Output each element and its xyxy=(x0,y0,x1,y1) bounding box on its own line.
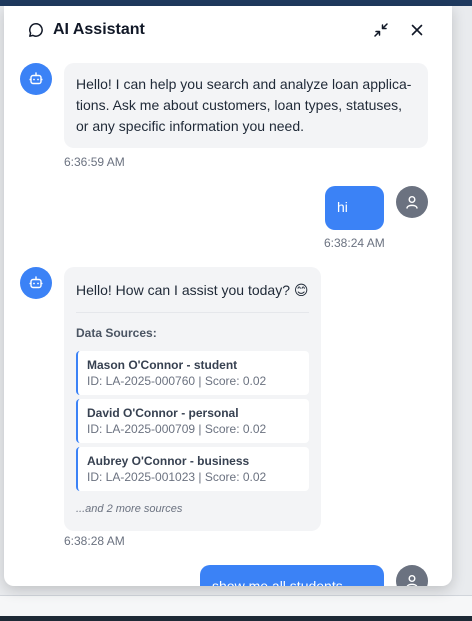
bot-message-text: Hello! I can help you search and analyze… xyxy=(76,76,412,134)
user-message-text: show me all students loan xyxy=(212,578,343,586)
user-message-bubble: hi xyxy=(325,186,384,230)
user-message-text: hi xyxy=(337,199,348,215)
message-timestamp: 6:38:24 AM xyxy=(324,236,385,250)
source-name: Mason O'Connor - student xyxy=(87,358,238,372)
data-sources-title: Data Sources: xyxy=(76,326,157,340)
user-message-bubble: show me all students loan xyxy=(200,565,384,586)
source-meta: ID: LA-2025-000760 | Score: 0.02 xyxy=(87,374,267,388)
message-timestamp: 6:36:59 AM xyxy=(64,155,125,169)
background-edge xyxy=(0,595,472,616)
bot-message-text: Hello! How can I assist you today? 😊 xyxy=(76,282,309,298)
more-sources-note: ...and 2 more sources xyxy=(76,503,183,515)
close-button[interactable] xyxy=(406,19,428,41)
ai-assistant-panel: AI Assistant Hello! I can help you searc… xyxy=(4,6,452,586)
minimize-icon xyxy=(374,23,388,37)
source-card[interactable]: Mason O'Connor - student ID: LA-2025-000… xyxy=(76,351,309,395)
robot-icon xyxy=(29,72,43,85)
chat-bubble-icon xyxy=(28,22,44,38)
sources-divider xyxy=(76,312,309,313)
close-icon xyxy=(411,24,423,36)
chat-title: AI Assistant xyxy=(53,21,145,38)
message-timestamp: 6:38:28 AM xyxy=(64,534,125,548)
source-name: David O'Connor - personal xyxy=(87,406,239,420)
bot-avatar xyxy=(20,63,52,95)
user-avatar xyxy=(396,186,428,218)
user-icon xyxy=(406,575,418,586)
bot-message-bubble: Hello! I can help you search and analyze… xyxy=(64,63,428,148)
source-meta: ID: LA-2025-001023 | Score: 0.02 xyxy=(87,470,267,484)
robot-icon xyxy=(29,276,43,289)
bot-message-bubble: Hello! How can I assist you today? 😊 Dat… xyxy=(64,267,321,531)
source-card[interactable]: Aubrey O'Connor - business ID: LA-2025-0… xyxy=(76,447,309,491)
minimize-button[interactable] xyxy=(370,19,392,41)
bot-avatar xyxy=(20,267,52,299)
chat-header: AI Assistant xyxy=(4,6,452,54)
source-card[interactable]: David O'Connor - personal ID: LA-2025-00… xyxy=(76,399,309,443)
source-name: Aubrey O'Connor - business xyxy=(87,454,250,468)
taskbar-strip xyxy=(0,616,472,621)
user-icon xyxy=(406,196,418,209)
user-avatar xyxy=(396,565,428,586)
source-meta: ID: LA-2025-000709 | Score: 0.02 xyxy=(87,422,267,436)
